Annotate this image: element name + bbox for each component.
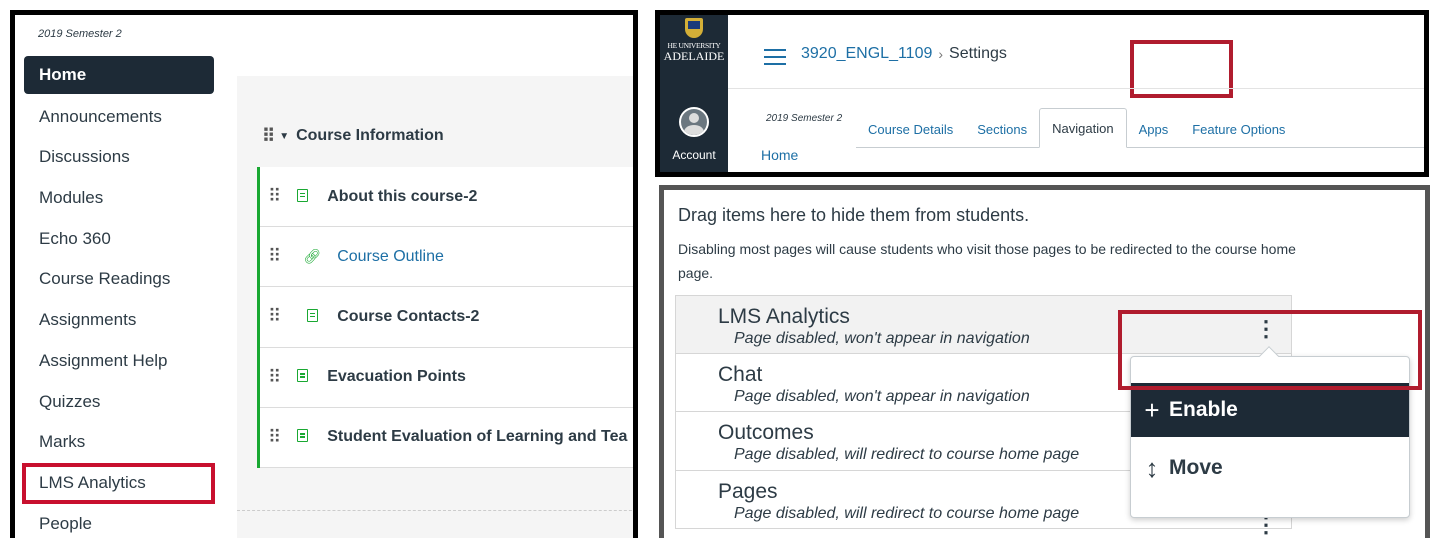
tab-sections[interactable]: Sections [965,112,1039,148]
module-item[interactable]: ⠿ 🔗︎ Course Outline [260,227,633,288]
settings-tabs: Course Details Sections Navigation Apps … [856,108,1297,148]
modules-area: ⠿ ▼ Course Information ⠿ About this cour… [237,76,633,538]
breadcrumb-current: Settings [949,45,1007,62]
page-icon [291,429,313,445]
module-item-title[interactable]: Course Outline [337,248,444,266]
hidden-nav-items-panel: Drag items here to hide them from studen… [659,185,1430,538]
term-label: 2019 Semester 2 [766,113,843,124]
drag-heading: Drag items here to hide them from studen… [678,205,1030,225]
breadcrumb-separator-icon: › [938,46,944,62]
tab-apps[interactable]: Apps [1127,112,1181,148]
screenshot-root: 2019 Semester 2 Home Announcements Discu… [0,0,1434,538]
move-label: Move [1169,456,1223,479]
drag-handle-icon[interactable]: ⠿ [268,367,281,388]
highlight-box [1118,310,1422,390]
breadcrumb-course-link[interactable]: 3920_ENGL_1109 [801,45,932,63]
page-icon [291,369,313,385]
hamburger-menu-icon[interactable] [764,49,786,65]
link-icon: 🔗︎ [303,248,322,265]
enable-menu-item[interactable]: + Enable [1131,383,1409,437]
course-nav-announcements[interactable]: Announcements [24,97,214,138]
module-header[interactable]: ⠿ ▼ Course Information [237,106,633,166]
global-navigation: HE UNIVERSITY ADELAIDE Account [660,15,728,172]
plus-icon: + [1144,395,1160,425]
course-nav-discussions[interactable]: Discussions [24,137,214,178]
highlight-box [1130,40,1233,98]
module-item-title[interactable]: About this course-2 [327,188,477,206]
course-nav-modules[interactable]: Modules [24,178,214,219]
module-item[interactable]: ⠿ Course Contacts-2 [260,287,633,348]
course-nav-assignments[interactable]: Assignments [24,300,214,341]
university-logo[interactable]: HE UNIVERSITY ADELAIDE [660,18,728,62]
course-nav-course-readings[interactable]: Course Readings [24,259,214,300]
course-nav-echo360[interactable]: Echo 360 [24,219,214,260]
account-label[interactable]: Account [660,148,728,162]
course-home-panel: 2019 Semester 2 Home Announcements Discu… [10,10,638,538]
collapse-caret-icon[interactable]: ▼ [279,131,289,142]
module-title: Course Information [296,127,444,144]
module-items: ⠿ About this course-2 ⠿ 🔗︎ Course Outlin… [257,167,633,468]
tab-course-details[interactable]: Course Details [856,112,965,148]
divider [237,510,633,511]
drag-description: Disabling most pages will cause students… [678,241,1296,281]
drag-handle-icon[interactable]: ⠿ [268,427,281,448]
drag-handle-icon[interactable]: ⠿ [268,186,281,207]
tab-feature-options[interactable]: Feature Options [1180,112,1297,148]
course-nav-people[interactable]: People [24,504,214,538]
account-avatar-icon[interactable] [679,107,709,137]
course-nav-marks[interactable]: Marks [24,422,214,463]
settings-header-panel: HE UNIVERSITY ADELAIDE Account 3920_ENGL… [655,10,1429,177]
drag-handle-icon[interactable]: ⠿ [268,306,281,327]
course-nav-quizzes[interactable]: Quizzes [24,382,214,423]
course-nav-lms-analytics[interactable]: LMS Analytics [22,462,215,504]
course-nav-home-link[interactable]: Home [761,147,798,163]
drag-handle-icon[interactable]: ⠿ [262,126,275,147]
module-item-title[interactable]: Course Contacts-2 [337,308,479,326]
drag-handle-icon[interactable]: ⠿ [268,246,281,267]
page-icon [291,188,313,205]
enable-label: Enable [1169,398,1238,421]
course-nav-home[interactable]: Home [24,56,214,94]
term-label: 2019 Semester 2 [38,28,122,40]
breadcrumb: 3920_ENGL_1109 › Settings [801,45,1007,63]
crest-icon [685,18,703,38]
module-item-title[interactable]: Evacuation Points [327,368,466,386]
move-arrows-icon: ↕ [1145,453,1159,483]
module-item-title[interactable]: Student Evaluation of Learning and Tea [327,428,627,446]
page-icon [301,308,323,325]
module-item[interactable]: ⠿ About this course-2 [260,167,633,228]
tab-navigation[interactable]: Navigation [1039,108,1127,148]
move-menu-item[interactable]: ↕ Move [1131,441,1409,495]
course-navigation: Home Announcements Discussions Modules E… [22,56,215,538]
course-nav-assignment-help[interactable]: Assignment Help [24,341,214,382]
module-item[interactable]: ⠿ Evacuation Points [260,348,633,408]
module-item[interactable]: ⠿ Student Evaluation of Learning and Tea [260,408,633,468]
